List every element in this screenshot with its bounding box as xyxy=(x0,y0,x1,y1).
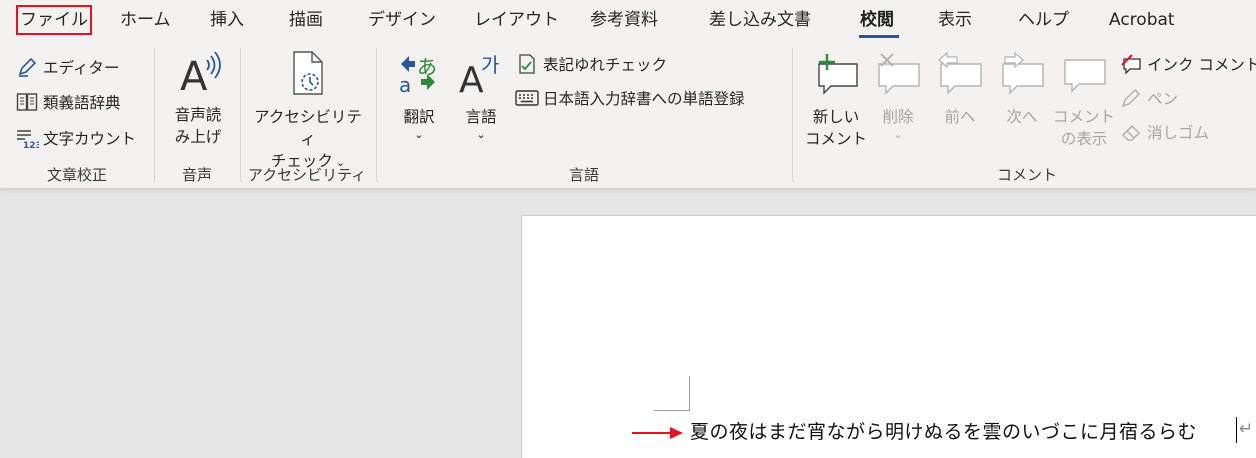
tab-acrobat[interactable]: Acrobat xyxy=(1109,8,1175,32)
red-arrow-annotation xyxy=(632,427,683,439)
new-comment-button[interactable]: 新しい コメント xyxy=(804,50,868,150)
previous-comment-icon xyxy=(932,50,988,102)
eraser-button[interactable]: 消しゴム xyxy=(1119,119,1209,145)
word-count-icon: 123 xyxy=(15,126,39,150)
svg-text:A: A xyxy=(180,54,208,94)
document-check-icon xyxy=(515,52,539,76)
tab-view[interactable]: 表示 xyxy=(938,8,972,32)
tab-review[interactable]: 校閲 xyxy=(860,8,894,32)
group-separator xyxy=(154,48,155,182)
language-button[interactable]: A가 言語 ⌄ xyxy=(456,50,506,142)
text-cursor xyxy=(1236,417,1237,443)
chevron-down-icon: ⌄ xyxy=(476,128,486,141)
consistency-check-button[interactable]: 表記ゆれチェック xyxy=(515,51,667,77)
eraser-icon xyxy=(1119,120,1143,144)
tab-home[interactable]: ホーム xyxy=(120,8,171,32)
group-label-comments: コメント xyxy=(996,166,1058,184)
new-comment-label-line1: 新しい xyxy=(812,108,860,126)
keyboard-icon xyxy=(515,86,539,110)
group-label-language: 言語 xyxy=(568,166,600,184)
group-label-speech: 音声 xyxy=(181,166,213,184)
pen-button[interactable]: ペン xyxy=(1119,85,1178,111)
consistency-label: 表記ゆれチェック xyxy=(543,56,668,74)
language-icon: A가 xyxy=(456,50,506,102)
group-separator xyxy=(792,48,793,182)
chevron-down-icon: ⌄ xyxy=(414,128,424,141)
margin-crop-mark xyxy=(654,410,690,411)
show-comments-label-line2: の表示 xyxy=(1060,130,1108,148)
thesaurus-label: 類義語辞典 xyxy=(43,94,121,112)
accessibility-label-line1: アクセシビリティ xyxy=(254,108,362,148)
ribbon-review: エディター 類義語辞典 123 文字カウント 文章校正 A 音声読 み上げ 音声… xyxy=(0,42,1256,189)
translate-button[interactable]: あa 翻訳 ⌄ xyxy=(392,50,446,142)
thesaurus-button[interactable]: 類義語辞典 xyxy=(15,89,121,115)
margin-crop-mark xyxy=(689,376,690,411)
svg-text:가: 가 xyxy=(481,53,499,77)
tab-layout[interactable]: レイアウト xyxy=(474,8,559,32)
ribbon-tab-bar: ファイル ホーム 挿入 描画 デザイン レイアウト 参考資料 差し込み文書 校閲… xyxy=(0,0,1256,42)
ime-dictionary-label: 日本語入力辞書への単語登録 xyxy=(543,90,745,108)
ink-comment-label: インク コメント xyxy=(1147,56,1256,74)
active-tab-indicator xyxy=(859,35,899,38)
pen-icon xyxy=(1119,86,1143,110)
eraser-label: 消しゴム xyxy=(1147,124,1210,142)
tab-draw[interactable]: 描画 xyxy=(289,8,323,32)
tab-insert[interactable]: 挿入 xyxy=(210,8,244,32)
previous-label: 前へ xyxy=(944,108,976,126)
group-label-proofing: 文章校正 xyxy=(46,166,108,184)
paragraph-mark: ↵ xyxy=(1239,419,1254,439)
delete-comment-icon xyxy=(870,50,926,102)
previous-comment-button[interactable]: 前へ xyxy=(932,50,988,128)
new-comment-label-line2: コメント xyxy=(804,130,867,148)
tab-design[interactable]: デザイン xyxy=(368,8,436,32)
editor-label: エディター xyxy=(43,59,120,77)
editor-button[interactable]: エディター xyxy=(15,54,119,80)
pen-label: ペン xyxy=(1147,90,1179,108)
tab-help[interactable]: ヘルプ xyxy=(1018,8,1069,32)
ime-dictionary-button[interactable]: 日本語入力辞書への単語登録 xyxy=(515,85,745,111)
accessibility-check-button[interactable]: アクセシビリティ チェック ⌄ xyxy=(250,50,366,174)
show-comments-button[interactable]: コメント の表示 xyxy=(1052,50,1116,150)
delete-comment-button[interactable]: 削除 ⌄ xyxy=(870,50,926,142)
group-label-accessibility: アクセシビリティ xyxy=(247,166,367,184)
group-separator xyxy=(240,48,241,182)
show-comments-label-line1: コメント xyxy=(1052,108,1115,126)
next-comment-icon xyxy=(994,50,1050,102)
read-aloud-icon: A xyxy=(166,50,230,100)
language-label: 言語 xyxy=(465,108,497,126)
editor-pen-icon xyxy=(15,55,39,79)
tab-mailings[interactable]: 差し込み文書 xyxy=(709,8,811,32)
accessibility-check-icon xyxy=(250,50,366,102)
chevron-down-icon: ⌄ xyxy=(893,128,903,141)
book-icon xyxy=(15,90,39,114)
translate-label: 翻訳 xyxy=(403,108,435,126)
read-aloud-button[interactable]: A 音声読 み上げ xyxy=(166,50,230,148)
new-comment-icon xyxy=(804,50,868,102)
read-aloud-label-line2: み上げ xyxy=(174,128,222,146)
next-label: 次へ xyxy=(1006,108,1038,126)
next-comment-button[interactable]: 次へ xyxy=(994,50,1050,128)
tab-file[interactable]: ファイル xyxy=(16,5,92,35)
word-count-button[interactable]: 123 文字カウント xyxy=(15,125,136,151)
svg-text:a: a xyxy=(399,73,411,96)
show-comments-icon xyxy=(1052,50,1116,102)
delete-label: 削除 xyxy=(882,108,914,126)
word-count-label: 文字カウント xyxy=(43,130,137,148)
svg-text:123: 123 xyxy=(23,141,39,149)
read-aloud-label-line1: 音声読 xyxy=(174,106,222,124)
ink-comment-icon xyxy=(1119,52,1143,76)
tab-references[interactable]: 参考資料 xyxy=(590,8,658,32)
translate-icon: あa xyxy=(392,50,446,102)
ink-comment-button[interactable]: インク コメント xyxy=(1119,51,1256,77)
group-separator xyxy=(376,48,377,182)
document-text-line[interactable]: 夏の夜はまだ宵ながら明けぬるを雲のいづこに月宿るらむ xyxy=(690,419,1197,445)
